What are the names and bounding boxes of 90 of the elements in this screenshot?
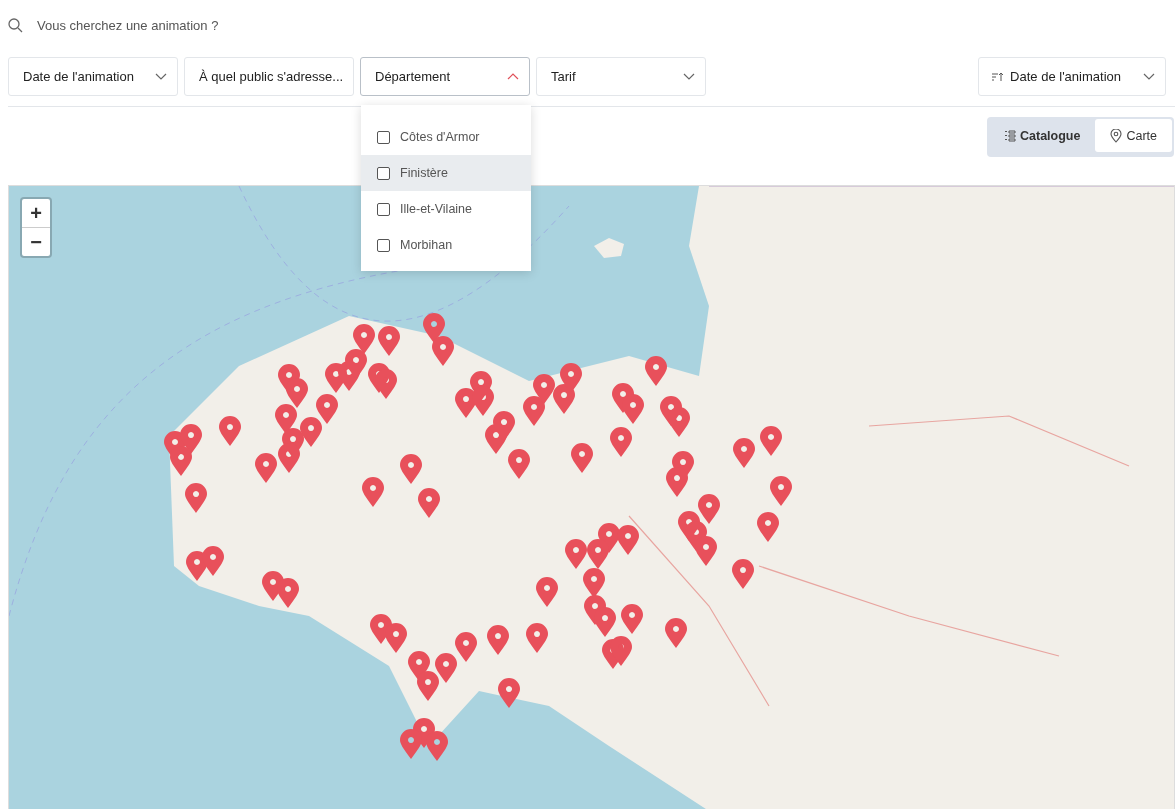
map-marker-icon[interactable] xyxy=(665,618,687,648)
map-marker-icon[interactable] xyxy=(487,625,509,655)
dropdown-option[interactable]: Ille-et-Vilaine xyxy=(361,191,531,227)
view-toggle-button[interactable]: Catalogue xyxy=(989,119,1096,152)
checkbox[interactable] xyxy=(377,202,390,216)
view-toggle-button[interactable]: Carte xyxy=(1095,119,1172,152)
map-marker-icon[interactable] xyxy=(180,424,202,454)
map-marker-icon[interactable] xyxy=(202,546,224,576)
map-marker-icon[interactable] xyxy=(423,313,445,343)
map-marker-icon[interactable] xyxy=(645,356,667,386)
map-marker-icon[interactable] xyxy=(770,476,792,506)
map-marker-icon[interactable] xyxy=(277,578,299,608)
map-marker-icon[interactable] xyxy=(508,449,530,479)
chevron-down-icon xyxy=(683,73,695,80)
map-marker-icon[interactable] xyxy=(378,326,400,356)
option-label: Morbihan xyxy=(400,238,453,252)
map-marker-icon[interactable] xyxy=(435,653,457,683)
map-marker-icon[interactable] xyxy=(472,386,494,416)
map-marker-icon[interactable] xyxy=(571,443,593,473)
map-marker-icon[interactable] xyxy=(353,324,375,354)
map-marker-icon[interactable] xyxy=(621,604,643,634)
map-marker-icon[interactable] xyxy=(757,512,779,542)
map-marker-icon[interactable] xyxy=(400,729,422,759)
map-marker-icon[interactable] xyxy=(455,632,477,662)
map-marker-icon[interactable] xyxy=(698,494,720,524)
map-marker-icon[interactable] xyxy=(316,394,338,424)
map-marker-icon[interactable] xyxy=(286,378,308,408)
filter-dropdown[interactable]: Date de l'animation xyxy=(8,57,178,96)
option-label: Côtes d'Armor xyxy=(400,130,480,144)
sort-icon xyxy=(992,71,1005,82)
map-marker-icon[interactable] xyxy=(617,525,639,555)
filter-dropdown[interactable]: À quel public s'adresse... xyxy=(184,57,354,96)
map-marker-icon[interactable] xyxy=(610,427,632,457)
map-pin-icon xyxy=(1110,128,1123,143)
map-marker-icon[interactable] xyxy=(426,731,448,761)
map-marker-icon[interactable] xyxy=(375,369,397,399)
filter-dropdown[interactable]: Département xyxy=(360,57,530,96)
chevron-up-icon xyxy=(507,73,519,80)
map-marker-icon[interactable] xyxy=(219,416,241,446)
map-marker-icon[interactable] xyxy=(300,417,322,447)
chevron-down-icon xyxy=(1143,73,1155,80)
map-marker-icon[interactable] xyxy=(560,363,582,393)
map-marker-icon[interactable] xyxy=(418,488,440,518)
map-marker-icon[interactable] xyxy=(553,384,575,414)
map-marker-icon[interactable] xyxy=(385,623,407,653)
map-marker-icon[interactable] xyxy=(732,559,754,589)
checkbox[interactable] xyxy=(377,166,390,180)
option-label: Finistère xyxy=(400,166,448,180)
zoom-in-button[interactable]: + xyxy=(22,199,50,227)
filter-dropdown[interactable]: Tarif xyxy=(536,57,706,96)
map-marker-icon[interactable] xyxy=(255,453,277,483)
map-marker-icon[interactable] xyxy=(432,336,454,366)
zoom-out-button[interactable]: − xyxy=(22,227,50,256)
map-marker-icon[interactable] xyxy=(536,577,558,607)
map-marker-icon[interactable] xyxy=(408,651,430,681)
map-marker-icon[interactable] xyxy=(533,374,555,404)
map-marker-icon[interactable] xyxy=(695,536,717,566)
map-marker-icon[interactable] xyxy=(498,678,520,708)
map-marker-icon[interactable] xyxy=(417,671,439,701)
map-marker-icon[interactable] xyxy=(278,443,300,473)
map-marker-icon[interactable] xyxy=(526,623,548,653)
chevron-down-icon xyxy=(155,73,167,80)
search-field[interactable]: Vous cherchez une animation ? xyxy=(37,17,437,33)
map-marker-icon[interactable] xyxy=(668,407,690,437)
map-marker-icon[interactable] xyxy=(185,483,207,513)
sort-dropdown[interactable]: Date de l'animation xyxy=(978,57,1166,96)
map-marker-icon[interactable] xyxy=(583,568,605,598)
map-marker-icon[interactable] xyxy=(493,411,515,441)
dropdown-option[interactable]: Côtes d'Armor xyxy=(361,119,531,155)
map-marker-icon[interactable] xyxy=(362,477,384,507)
checkbox[interactable] xyxy=(377,130,390,144)
map-marker-icon[interactable] xyxy=(587,539,609,569)
map-marker-icon[interactable] xyxy=(733,438,755,468)
map-marker-icon[interactable] xyxy=(400,454,422,484)
map-marker-icon[interactable] xyxy=(610,636,632,666)
checkbox[interactable] xyxy=(377,238,390,252)
map-marker-icon[interactable] xyxy=(666,467,688,497)
island-drawing xyxy=(594,238,624,258)
option-label: Ille-et-Vilaine xyxy=(400,202,473,216)
dropdown-option[interactable]: Morbihan xyxy=(361,227,531,263)
map-marker-icon[interactable] xyxy=(594,607,616,637)
map-marker-icon[interactable] xyxy=(275,404,297,434)
map-marker-icon[interactable] xyxy=(760,426,782,456)
dropdown-option[interactable]: Finistère xyxy=(361,155,531,191)
map-marker-icon[interactable] xyxy=(170,446,192,476)
search-icon xyxy=(8,17,23,33)
map-marker-icon[interactable] xyxy=(622,394,644,424)
list-icon xyxy=(1004,129,1016,142)
map-marker-icon[interactable] xyxy=(523,396,545,426)
map-marker-icon[interactable] xyxy=(565,539,587,569)
